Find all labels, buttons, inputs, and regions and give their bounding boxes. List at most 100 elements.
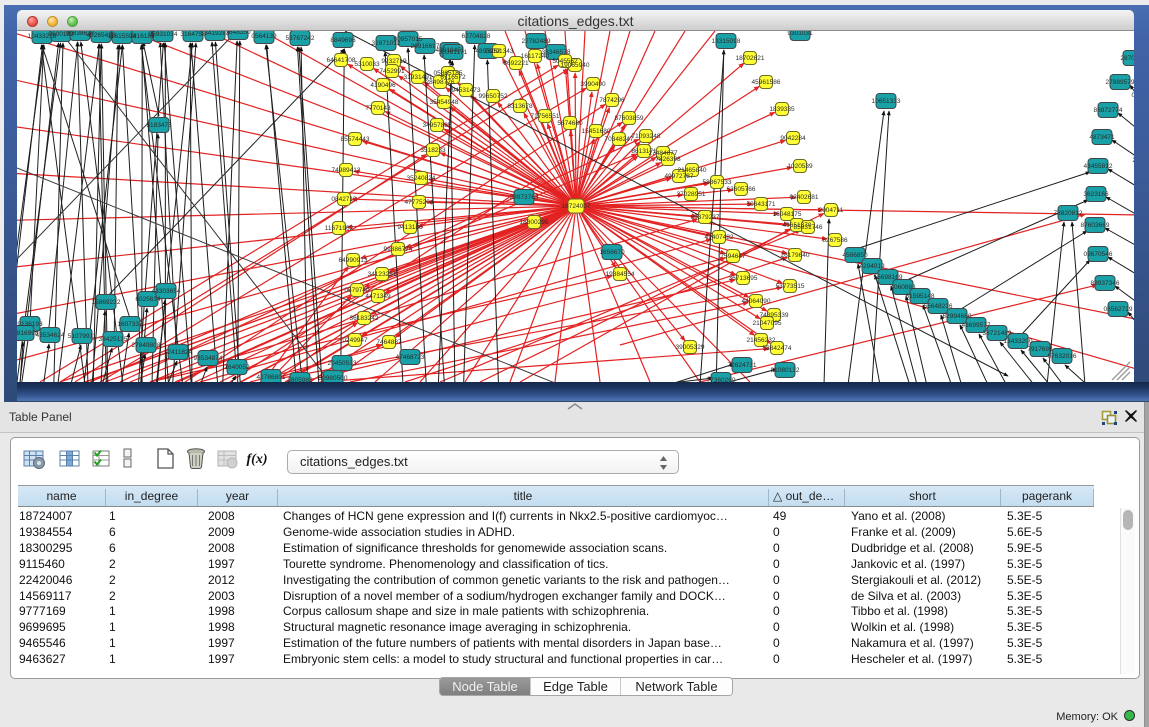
svg-text:35240824: 35240824 [407,175,436,182]
svg-text:63605766: 63605766 [727,186,756,193]
svg-text:87603859: 87603859 [615,115,644,122]
svg-text:2870831: 2870831 [1120,55,1134,62]
svg-text:53767242: 53767242 [286,35,315,42]
svg-text:36713695: 36713695 [729,275,758,282]
svg-text:55698169: 55698169 [874,274,903,281]
svg-text:53773515: 53773515 [776,283,805,290]
svg-text:99386774: 99386774 [384,246,413,253]
svg-text:1607337: 1607337 [117,321,143,328]
svg-text:51079911: 51079911 [68,333,97,340]
svg-text:44064090: 44064090 [742,298,771,305]
svg-text:29973763: 29973763 [510,194,539,201]
svg-text:58842474: 58842474 [763,345,792,352]
svg-text:1839335: 1839335 [769,106,795,113]
svg-text:02402681: 02402681 [790,194,819,201]
svg-text:35454948: 35454948 [430,99,459,106]
svg-text:7648350: 7648350 [225,31,251,36]
svg-text:42786801: 42786801 [257,374,286,381]
svg-text:8849696: 8849696 [330,37,356,44]
svg-text:7594647: 7594647 [720,253,746,260]
svg-text:27889579: 27889579 [1106,79,1134,86]
svg-text:5045562: 5045562 [552,58,578,65]
svg-text:15451680: 15451680 [582,128,611,135]
svg-text:47407482: 47407482 [705,234,734,241]
svg-text:4060883: 4060883 [890,284,916,291]
svg-text:74395339: 74395339 [760,312,789,319]
svg-text:49972787: 49972787 [665,173,694,180]
svg-text:43534624: 43534624 [36,332,65,339]
svg-text:47775204: 47775204 [405,199,434,206]
svg-text:70348247: 70348247 [605,136,634,143]
svg-text:11671902: 11671902 [325,225,354,232]
svg-text:34957885: 34957885 [423,122,452,129]
svg-text:f​(x): f​(x) [247,452,268,467]
svg-text:8267586: 8267586 [822,237,848,244]
svg-text:71093248: 71093248 [632,133,661,140]
svg-text:99650752: 99650752 [479,93,508,100]
svg-text:3990490: 3990490 [580,81,606,88]
svg-text:27028951: 27028951 [677,191,706,198]
svg-text:13433200: 13433200 [1004,338,1033,345]
svg-text:16117240: 16117240 [521,53,550,60]
svg-text:0842710: 0842710 [331,196,357,203]
svg-text:93534874: 93534874 [194,355,223,362]
svg-text:50643171: 50643171 [747,201,776,208]
svg-text:87603669: 87603669 [1081,222,1110,229]
svg-text:22782489: 22782489 [522,38,551,45]
svg-text:61595148: 61595148 [906,293,935,300]
svg-text:78820812: 78820812 [1054,210,1083,217]
svg-text:67632016: 67632016 [1048,353,1077,360]
svg-text:72624731: 72624731 [728,362,757,369]
svg-text:39005329: 39005329 [676,344,705,351]
svg-text:7770143: 7770143 [365,105,391,112]
svg-text:4471349: 4471349 [365,293,391,300]
svg-text:71756551: 71756551 [531,113,560,120]
svg-text:18300295: 18300295 [520,219,549,226]
svg-text:3623166: 3623166 [1083,191,1109,198]
svg-text:5674680: 5674680 [557,120,583,127]
svg-text:0564139: 0564139 [251,33,277,40]
svg-text:4586850: 4586850 [842,252,868,259]
svg-text:26179640: 26179640 [781,252,810,259]
svg-text:8692221: 8692221 [503,60,529,67]
svg-text:86872774: 86872774 [1094,107,1123,114]
svg-text:09670546: 09670546 [1084,251,1113,258]
svg-text:20450533: 20450533 [328,360,357,367]
svg-text:45961586: 45961586 [752,79,781,86]
svg-text:74989413: 74989413 [332,167,361,174]
svg-text:19384554: 19384554 [606,271,635,278]
svg-text:95931034: 95931034 [149,31,178,38]
svg-text:7464887: 7464887 [376,339,402,346]
svg-text:3518233: 3518233 [420,147,446,154]
svg-text:5310033: 5310033 [354,61,380,68]
svg-text:8313678: 8313678 [507,103,533,110]
svg-text:27849808: 27849808 [132,342,161,349]
svg-text:62994680: 62994680 [943,313,972,320]
svg-text:16048175: 16048175 [773,211,802,218]
svg-text:21456232: 21456232 [747,337,776,344]
svg-text:80957015: 80957015 [394,36,423,43]
svg-text:94531473: 94531473 [452,87,481,94]
svg-text:64641708: 64641708 [327,57,356,64]
svg-text:9413186: 9413186 [397,224,423,231]
svg-text:06562729: 06562729 [1104,306,1133,313]
svg-text:69379237: 69379237 [691,214,720,221]
svg-text:9301031: 9301031 [787,31,813,37]
svg-text:7874296: 7874296 [599,97,625,104]
svg-text:6025634: 6025634 [135,296,161,303]
svg-text:36183242: 36183242 [350,315,379,322]
svg-text:30980500: 30980500 [319,375,348,382]
svg-text:62704828: 62704828 [462,33,491,40]
svg-text:78091343: 78091343 [485,48,514,55]
svg-text:21047095: 21047095 [753,320,782,327]
svg-text:06990162: 06990162 [1132,92,1134,99]
svg-text:2004711: 2004711 [819,207,844,214]
svg-text:9232719: 9232719 [381,58,407,65]
svg-text:9136193: 9136193 [17,321,43,328]
svg-text:47468723: 47468723 [396,354,425,361]
svg-text:30391171: 30391171 [439,49,468,56]
svg-text:65648236: 65648236 [924,303,953,310]
svg-text:4294019: 4294019 [859,263,885,270]
svg-text:34123281: 34123281 [368,271,397,278]
svg-text:85931746: 85931746 [794,224,823,231]
